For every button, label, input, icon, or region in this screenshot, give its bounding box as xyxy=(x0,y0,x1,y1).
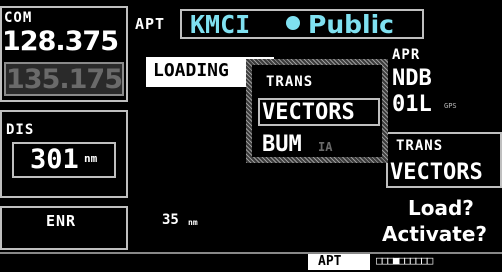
approach-name-line2[interactable]: 01L xyxy=(392,92,432,117)
mode-label: ENR xyxy=(46,212,77,230)
map-range-unit: nm xyxy=(188,218,198,227)
apr-label: APR xyxy=(392,47,421,63)
airport-type: Public xyxy=(308,10,394,39)
dis-label: DIS xyxy=(6,122,35,138)
trans-label: TRANS xyxy=(396,138,444,154)
dis-unit: nm xyxy=(84,152,98,165)
approach-name-line1[interactable]: NDB xyxy=(392,66,432,91)
com-label: COM xyxy=(4,10,33,26)
public-airport-icon xyxy=(286,16,300,30)
approach-gps-suffix: GPS xyxy=(444,102,457,110)
apt-page-label: APT xyxy=(135,15,166,33)
trans-option-vectors[interactable]: VECTORS xyxy=(262,100,355,125)
dis-value: 301 xyxy=(30,144,79,175)
loading-status: LOADING xyxy=(153,60,229,81)
page-indicator: □□□■□□□□□□ xyxy=(376,254,433,267)
trans-value[interactable]: VECTORS xyxy=(390,160,483,185)
airport-id[interactable]: KMCI xyxy=(190,10,250,39)
trans-option-bum[interactable]: BUM xyxy=(262,132,302,157)
com-active-frequency[interactable]: 128.375 xyxy=(2,26,119,57)
map-range: 35 xyxy=(162,212,179,228)
page-group-label: APT xyxy=(318,254,342,269)
trans-option-bum-suffix: IA xyxy=(318,140,333,154)
trans-popup-title: TRANS xyxy=(266,74,314,90)
activate-prompt[interactable]: Activate? xyxy=(382,222,487,246)
load-prompt[interactable]: Load? xyxy=(408,196,474,220)
com-standby-frequency[interactable]: 135.175 xyxy=(6,64,123,95)
